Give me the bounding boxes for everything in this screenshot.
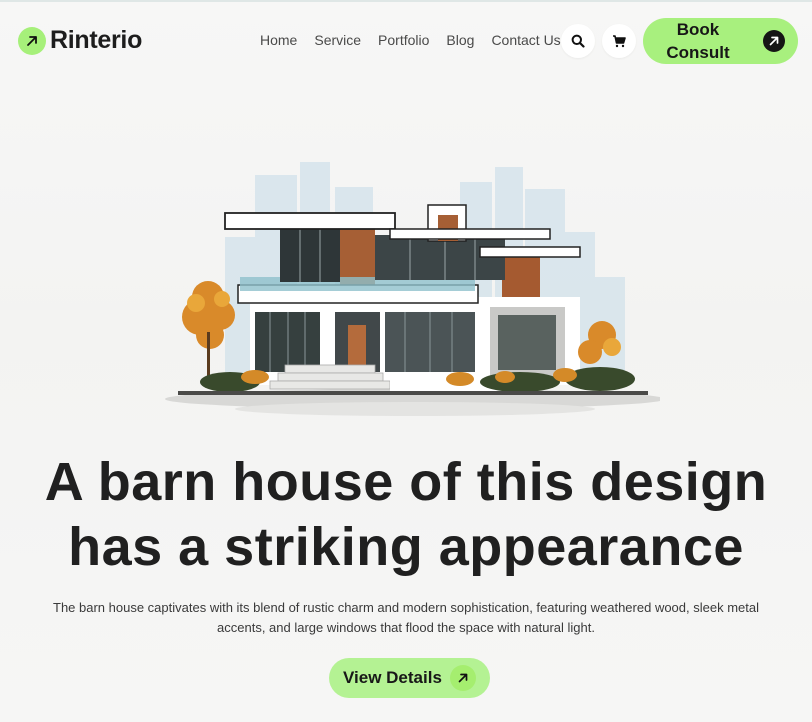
arrow-up-right-icon [763, 30, 785, 52]
nav-blog[interactable]: Blog [446, 32, 474, 48]
search-icon [571, 34, 585, 48]
nav-contact-us[interactable]: Contact Us [491, 32, 560, 48]
nav-service[interactable]: Service [314, 32, 361, 48]
arrow-up-right-icon [450, 665, 476, 691]
view-details-label: View Details [343, 668, 442, 687]
headline-line-2: has a striking appearance [68, 517, 744, 577]
headline-line-1: A barn house of this design [44, 452, 768, 512]
search-button[interactable] [561, 24, 595, 58]
brand-name: Rinterio [50, 26, 143, 54]
arrow-up-right-icon [18, 26, 46, 55]
logo[interactable]: Rinterio [18, 26, 142, 55]
main-nav: Home Service Portfolio Blog Contact Us [260, 32, 578, 48]
hero-description: The barn house captivates with its blend… [53, 600, 759, 635]
view-details-button[interactable]: View Details [329, 658, 490, 698]
nav-portfolio[interactable]: Portfolio [378, 32, 429, 48]
book-label-line1: Book [676, 20, 720, 39]
site-header: Rinterio Home Service Portfolio Blog Con… [0, 2, 812, 80]
book-consult-button[interactable]: Book Consult [643, 18, 798, 64]
book-label-line2: Consult [666, 43, 730, 62]
book-consult-label: Book Consult [643, 18, 753, 64]
modern-house-illustration [165, 162, 660, 416]
nav-home[interactable]: Home [260, 32, 297, 48]
landing-page: Rinterio Home Service Portfolio Blog Con… [0, 0, 812, 722]
cart-icon [613, 35, 626, 48]
hero-headline: A barn house of this design has a striki… [0, 450, 812, 580]
cart-button[interactable] [602, 24, 636, 58]
